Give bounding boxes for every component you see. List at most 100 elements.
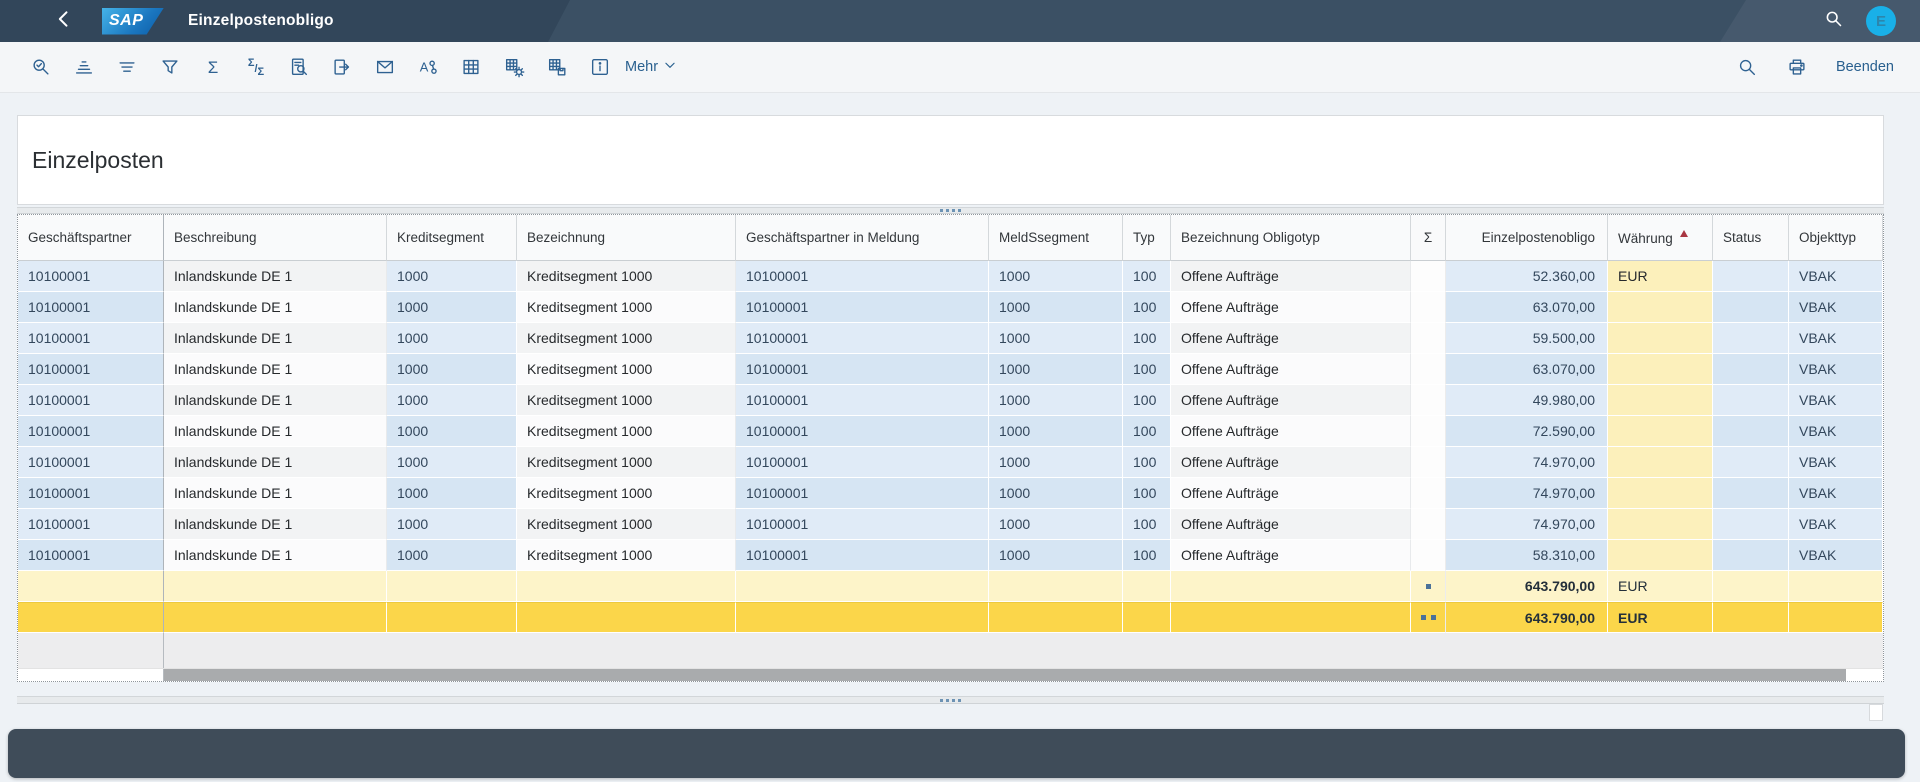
cell-meldssegment[interactable]: 1000 (989, 540, 1123, 571)
cell-summe[interactable] (1411, 292, 1446, 323)
total-icon[interactable]: Σ (198, 52, 228, 82)
cell-beschreibung[interactable]: Inlandskunde DE 1 (164, 385, 387, 416)
cell-status[interactable] (1713, 571, 1789, 602)
cell-einzelpostenobligo[interactable]: 52.360,00 (1446, 261, 1608, 292)
cell-status[interactable] (1713, 416, 1789, 447)
column-header-kreditsegment[interactable]: Kreditsegment (387, 215, 517, 261)
search-icon[interactable] (1732, 52, 1762, 82)
column-header-summe[interactable]: Σ (1411, 215, 1446, 261)
cell-einzelpostenobligo[interactable]: 72.590,00 (1446, 416, 1608, 447)
cell-meldssegment[interactable]: 1000 (989, 509, 1123, 540)
grid-view-icon[interactable] (456, 52, 486, 82)
cell-status[interactable] (1713, 540, 1789, 571)
cell-kreditsegment[interactable]: 1000 (387, 509, 517, 540)
cell-waehrung[interactable] (1608, 292, 1713, 323)
cell-typ[interactable] (1123, 571, 1171, 602)
cell-beschreibung[interactable]: Inlandskunde DE 1 (164, 509, 387, 540)
cell-kreditsegment[interactable]: 1000 (387, 292, 517, 323)
cell-bezeichnung[interactable]: Kreditsegment 1000 (517, 292, 736, 323)
column-header-einzelpostenobligo[interactable]: Einzelpostenobligo (1446, 215, 1608, 261)
avatar[interactable]: E (1866, 6, 1896, 36)
cell-kreditsegment[interactable]: 1000 (387, 478, 517, 509)
cell-bezeichnung[interactable] (517, 602, 736, 633)
cell-meldssegment[interactable]: 1000 (989, 354, 1123, 385)
cell-waehrung[interactable] (1608, 478, 1713, 509)
cell-waehrung[interactable] (1608, 447, 1713, 478)
cell-einzelpostenobligo[interactable]: 63.070,00 (1446, 292, 1608, 323)
cell-waehrung[interactable]: EUR (1608, 261, 1713, 292)
column-header-status[interactable]: Status (1713, 215, 1789, 261)
cell-geschaeftspartner[interactable]: 10100001 (18, 323, 164, 354)
cell-objekttyp[interactable]: VBAK (1789, 447, 1883, 478)
cell-bezeichnung[interactable]: Kreditsegment 1000 (517, 416, 736, 447)
cell-bezeichnung_obligotyp[interactable]: Offene Aufträge (1171, 261, 1411, 292)
column-header-bezeichnung_obligotyp[interactable]: Bezeichnung Obligotyp (1171, 215, 1411, 261)
cell-objekttyp[interactable]: VBAK (1789, 385, 1883, 416)
cell-bezeichnung_obligotyp[interactable] (1171, 571, 1411, 602)
cell-meldssegment[interactable] (989, 602, 1123, 633)
cell-waehrung[interactable]: EUR (1608, 571, 1713, 602)
subtotal-row[interactable]: 643.790,00 EUR (18, 571, 1883, 602)
cell-status[interactable] (1713, 447, 1789, 478)
cell-bezeichnung_obligotyp[interactable]: Offene Aufträge (1171, 416, 1411, 447)
splitter-grip[interactable] (940, 698, 961, 702)
sort-descending-icon[interactable] (112, 52, 142, 82)
cell-waehrung[interactable] (1608, 509, 1713, 540)
cell-waehrung[interactable] (1608, 354, 1713, 385)
column-header-geschaeftspartner[interactable]: Geschäftspartner (18, 215, 164, 261)
cell-bezeichnung_obligotyp[interactable]: Offene Aufträge (1171, 292, 1411, 323)
cell-objekttyp[interactable]: VBAK (1789, 540, 1883, 571)
column-header-bezeichnung[interactable]: Bezeichnung (517, 215, 736, 261)
cell-objekttyp[interactable]: VBAK (1789, 478, 1883, 509)
cell-gp_in_meldung[interactable] (736, 602, 989, 633)
column-header-gp_in_meldung[interactable]: Geschäftspartner in Meldung (736, 215, 989, 261)
cell-typ[interactable]: 100 (1123, 261, 1171, 292)
cell-beschreibung[interactable]: Inlandskunde DE 1 (164, 292, 387, 323)
cell-einzelpostenobligo[interactable]: 49.980,00 (1446, 385, 1608, 416)
cell-beschreibung[interactable]: Inlandskunde DE 1 (164, 447, 387, 478)
cell-geschaeftspartner[interactable] (18, 571, 164, 602)
table-row[interactable]: 10100001 Inlandskunde DE 1 1000 Kreditsegme… (18, 540, 1883, 571)
cell-gp_in_meldung[interactable]: 10100001 (736, 292, 989, 323)
cell-waehrung[interactable]: EUR (1608, 602, 1713, 633)
cell-objekttyp[interactable]: VBAK (1789, 292, 1883, 323)
cell-gp_in_meldung[interactable] (736, 571, 989, 602)
send-mail-icon[interactable] (370, 52, 400, 82)
cell-beschreibung[interactable]: Inlandskunde DE 1 (164, 323, 387, 354)
column-header-meldssegment[interactable]: MeldSsegment (989, 215, 1123, 261)
table-row[interactable]: 10100001 Inlandskunde DE 1 1000 Kreditsegme… (18, 478, 1883, 509)
table-row[interactable]: 10100001 Inlandskunde DE 1 1000 Kreditsegme… (18, 385, 1883, 416)
cell-summe[interactable] (1411, 385, 1446, 416)
cell-objekttyp[interactable]: VBAK (1789, 323, 1883, 354)
cell-geschaeftspartner[interactable]: 10100001 (18, 261, 164, 292)
cell-objekttyp[interactable] (1789, 571, 1883, 602)
cell-beschreibung[interactable]: Inlandskunde DE 1 (164, 261, 387, 292)
cell-kreditsegment[interactable]: 1000 (387, 540, 517, 571)
cell-meldssegment[interactable]: 1000 (989, 416, 1123, 447)
cell-kreditsegment[interactable] (387, 602, 517, 633)
cell-bezeichnung_obligotyp[interactable]: Offene Aufträge (1171, 354, 1411, 385)
sort-ascending-icon[interactable] (69, 52, 99, 82)
cell-summe[interactable] (1411, 540, 1446, 571)
cell-beschreibung[interactable]: Inlandskunde DE 1 (164, 416, 387, 447)
cell-waehrung[interactable] (1608, 323, 1713, 354)
cell-typ[interactable]: 100 (1123, 416, 1171, 447)
cell-summe[interactable] (1411, 602, 1446, 633)
cell-beschreibung[interactable] (164, 602, 387, 633)
cell-summe[interactable] (1411, 571, 1446, 602)
cell-kreditsegment[interactable]: 1000 (387, 323, 517, 354)
cell-beschreibung[interactable]: Inlandskunde DE 1 (164, 478, 387, 509)
column-header-waehrung[interactable]: Währung (1608, 215, 1713, 261)
cell-meldssegment[interactable]: 1000 (989, 385, 1123, 416)
cell-meldssegment[interactable] (989, 571, 1123, 602)
mehr-button[interactable]: Mehr (625, 58, 677, 76)
table-row[interactable]: 10100001 Inlandskunde DE 1 1000 Kreditsegme… (18, 354, 1883, 385)
cell-kreditsegment[interactable]: 1000 (387, 447, 517, 478)
table-row[interactable]: 10100001 Inlandskunde DE 1 1000 Kreditsegme… (18, 261, 1883, 292)
cell-beschreibung[interactable]: Inlandskunde DE 1 (164, 540, 387, 571)
cell-status[interactable] (1713, 261, 1789, 292)
cell-summe[interactable] (1411, 354, 1446, 385)
sap-logo[interactable]: SAP (102, 7, 164, 35)
cell-waehrung[interactable] (1608, 540, 1713, 571)
cell-typ[interactable]: 100 (1123, 292, 1171, 323)
